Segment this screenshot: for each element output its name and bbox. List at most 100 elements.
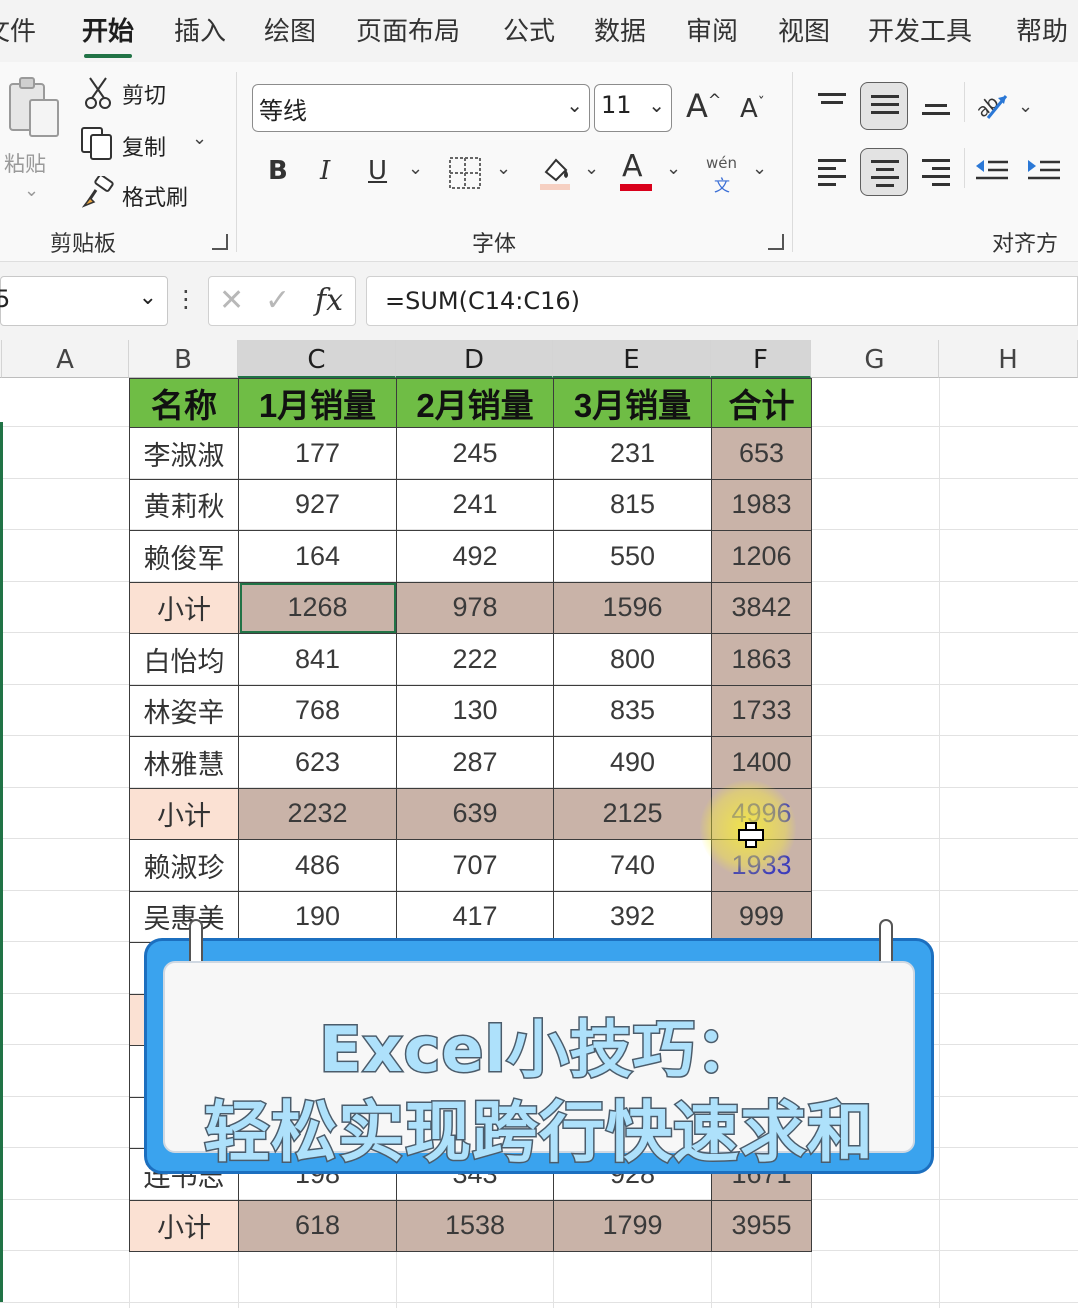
total-cell[interactable]: 1206: [711, 530, 812, 583]
tab-file[interactable]: 文件: [0, 12, 36, 52]
tab-draw[interactable]: 绘图: [264, 12, 316, 52]
format-painter-button[interactable]: 格式刷: [82, 174, 212, 214]
value-cell[interactable]: 815: [553, 478, 712, 531]
value-cell[interactable]: 392: [553, 890, 712, 943]
decrease-indent-icon[interactable]: [974, 156, 1010, 190]
value-cell[interactable]: 241: [396, 478, 554, 531]
underline-chevron-icon[interactable]: ⌄: [408, 158, 423, 179]
header-cell-mar[interactable]: 3月销量: [553, 378, 712, 428]
value-cell[interactable]: 2232: [238, 787, 397, 840]
column-header-e[interactable]: E: [553, 340, 711, 378]
tab-page-layout[interactable]: 页面布局: [356, 12, 460, 52]
name-cell[interactable]: 赖淑珍: [129, 839, 239, 892]
value-cell[interactable]: 740: [553, 839, 712, 892]
name-cell[interactable]: 小计: [129, 581, 239, 634]
column-header-h[interactable]: H: [939, 340, 1078, 378]
value-cell[interactable]: 835: [553, 684, 712, 737]
value-cell[interactable]: 1596: [553, 581, 712, 634]
name-cell[interactable]: 吴惠美: [129, 890, 239, 943]
formula-input[interactable]: =SUM(C14:C16): [366, 276, 1078, 326]
header-cell-feb[interactable]: 2月销量: [396, 378, 554, 428]
copy-button[interactable]: 复制 ⌄: [80, 124, 220, 164]
align-left-icon[interactable]: [808, 148, 856, 196]
column-header-c[interactable]: C: [238, 340, 396, 378]
tab-home[interactable]: 开始: [82, 12, 134, 58]
total-cell[interactable]: 999: [711, 890, 812, 943]
align-middle-icon[interactable]: [860, 82, 908, 130]
value-cell[interactable]: 550: [553, 530, 712, 583]
column-header-f[interactable]: F: [711, 340, 811, 378]
value-cell[interactable]: 190: [238, 890, 397, 943]
fill-color-icon[interactable]: [538, 154, 572, 192]
borders-chevron-icon[interactable]: ⌄: [496, 158, 511, 179]
align-top-icon[interactable]: [808, 82, 856, 130]
font-name-dropdown[interactable]: 等线 ⌄: [252, 84, 590, 132]
increase-indent-icon[interactable]: [1026, 156, 1062, 190]
value-cell[interactable]: 841: [238, 633, 397, 686]
tab-insert[interactable]: 插入: [174, 12, 226, 52]
tab-review[interactable]: 审阅: [686, 12, 738, 52]
value-cell[interactable]: 1538: [396, 1199, 554, 1252]
tab-data[interactable]: 数据: [594, 12, 646, 52]
cut-button[interactable]: 剪切: [84, 74, 194, 112]
value-cell[interactable]: 2125: [553, 787, 712, 840]
name-cell[interactable]: 白怡均: [129, 633, 239, 686]
value-cell[interactable]: 800: [553, 633, 712, 686]
font-launcher-icon[interactable]: [768, 234, 784, 250]
name-cell[interactable]: 黄莉秋: [129, 478, 239, 531]
phonetic-chevron-icon[interactable]: ⌄: [752, 158, 767, 179]
name-cell[interactable]: 林雅慧: [129, 736, 239, 789]
value-cell[interactable]: 623: [238, 736, 397, 789]
column-header-b[interactable]: B: [129, 340, 238, 378]
align-center-icon[interactable]: [860, 148, 908, 196]
font-color-chevron-icon[interactable]: ⌄: [666, 158, 681, 179]
name-cell[interactable]: 林姿辛: [129, 684, 239, 737]
name-cell[interactable]: 小计: [129, 1199, 239, 1252]
tab-view[interactable]: 视图: [778, 12, 830, 52]
value-cell[interactable]: 618: [238, 1199, 397, 1252]
value-cell[interactable]: 1268: [238, 581, 397, 634]
paste-chevron-icon[interactable]: ⌄: [24, 180, 39, 201]
tab-help[interactable]: 帮助: [1016, 12, 1068, 52]
font-size-dropdown[interactable]: 11 ⌄: [594, 84, 672, 132]
tab-formulas[interactable]: 公式: [503, 12, 555, 52]
value-cell[interactable]: 130: [396, 684, 554, 737]
value-cell[interactable]: 177: [238, 427, 397, 480]
italic-button[interactable]: I: [320, 158, 330, 184]
value-cell[interactable]: 492: [396, 530, 554, 583]
value-cell[interactable]: 417: [396, 890, 554, 943]
more-options-icon[interactable]: · · ·: [182, 280, 190, 320]
value-cell[interactable]: 486: [238, 839, 397, 892]
name-cell[interactable]: 赖俊军: [129, 530, 239, 583]
value-cell[interactable]: 707: [396, 839, 554, 892]
bold-button[interactable]: B: [268, 158, 288, 184]
header-cell-total[interactable]: 合计: [711, 378, 812, 428]
clipboard-launcher-icon[interactable]: [212, 234, 228, 250]
total-cell[interactable]: 3955: [711, 1199, 812, 1252]
total-cell[interactable]: 653: [711, 427, 812, 480]
tab-developer[interactable]: 开发工具: [868, 12, 972, 52]
cancel-icon[interactable]: ✕: [219, 283, 244, 318]
font-color-button[interactable]: A: [620, 150, 654, 192]
orientation-icon[interactable]: ab: [974, 88, 1010, 124]
enter-check-icon[interactable]: ✓: [265, 283, 290, 318]
value-cell[interactable]: 287: [396, 736, 554, 789]
column-header-a[interactable]: A: [2, 340, 129, 378]
value-cell[interactable]: 978: [396, 581, 554, 634]
header-cell-name[interactable]: 名称: [129, 378, 239, 428]
paste-button[interactable]: 粘贴 ⌄: [2, 76, 64, 206]
copy-chevron-icon[interactable]: ⌄: [192, 128, 207, 149]
name-cell[interactable]: 李淑淑: [129, 427, 239, 480]
decrease-font-size-icon[interactable]: Aˇ: [740, 96, 765, 122]
total-cell[interactable]: 1400: [711, 736, 812, 789]
total-cell[interactable]: 3842: [711, 581, 812, 634]
column-header-g[interactable]: G: [811, 340, 939, 378]
insert-function-icon[interactable]: fx: [315, 283, 343, 318]
total-cell[interactable]: 1733: [711, 684, 812, 737]
value-cell[interactable]: 222: [396, 633, 554, 686]
orientation-chevron-icon[interactable]: ⌄: [1018, 96, 1033, 117]
phonetic-guide-icon[interactable]: wén 文: [704, 154, 744, 195]
column-header-d[interactable]: D: [396, 340, 553, 378]
value-cell[interactable]: 245: [396, 427, 554, 480]
header-cell-jan[interactable]: 1月销量: [238, 378, 397, 428]
